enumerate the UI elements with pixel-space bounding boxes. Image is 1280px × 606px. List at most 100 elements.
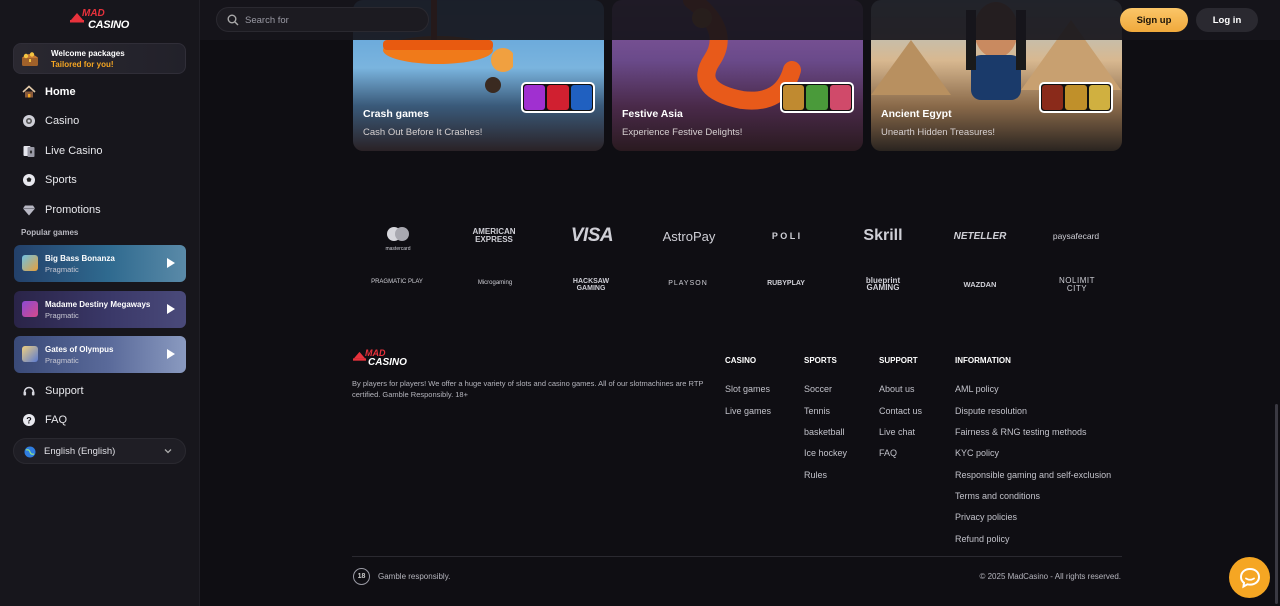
payment-logo-paysafecard: paysafecard	[1052, 231, 1100, 241]
footer-column-heading: INFORMATION	[955, 356, 1011, 365]
welcome-packages-banner[interactable]: Welcome packages Tailored for you!	[13, 43, 186, 74]
footer-link-faq[interactable]: FAQ	[879, 448, 897, 458]
payment-logo-poli: P O L I	[771, 231, 801, 241]
sidebar-item-casino[interactable]: Casino	[14, 109, 186, 133]
game-provider: Pragmatic	[45, 311, 79, 320]
footer-link-aml-policy[interactable]: AML policy	[955, 384, 999, 394]
game-thumbnails	[1039, 82, 1113, 113]
provider-logo-hacksaw: HACKSAW GAMING	[572, 278, 610, 292]
popular-game-card[interactable]: Madame Destiny Megaways Pragmatic	[14, 291, 186, 328]
language-label: English (English)	[44, 446, 116, 457]
logo-text-bottom: CASINO	[368, 357, 407, 368]
search-input[interactable]	[245, 12, 415, 28]
footer-column-heading: SPORTS	[804, 356, 837, 365]
game-name: Gates of Olympus	[45, 345, 114, 354]
sidebar-item-live-casino[interactable]: Live Casino	[14, 139, 186, 163]
brand-logo[interactable]: MAD CASINO	[68, 8, 132, 34]
provider-logo-microgaming: Microgaming	[477, 280, 513, 286]
login-button[interactable]: Log in	[1196, 8, 1258, 32]
game-thumbnail	[22, 255, 38, 271]
game-provider: Pragmatic	[45, 265, 79, 274]
game-thumbnails	[780, 82, 854, 113]
sidebar-item-label: Home	[45, 86, 76, 98]
footer-link-dispute-resolution[interactable]: Dispute resolution	[955, 406, 1027, 416]
globe-icon	[24, 446, 36, 458]
footer-link-refund-policy[interactable]: Refund policy	[955, 534, 1010, 544]
play-icon[interactable]	[167, 304, 175, 314]
soccer-ball-icon	[21, 172, 37, 188]
diamond-icon	[21, 202, 37, 218]
footer-link-soccer[interactable]: Soccer	[804, 384, 832, 394]
category-subtitle: Experience Festive Delights!	[622, 127, 743, 138]
chevron-down-icon	[164, 449, 172, 454]
age-restriction-badge: 18	[353, 568, 370, 585]
footer-link-kyc-policy[interactable]: KYC policy	[955, 448, 999, 458]
footer-link-slot-games[interactable]: Slot games	[725, 384, 770, 394]
treasure-chest-icon	[22, 52, 38, 66]
footer-logo[interactable]: MAD CASINO	[353, 348, 407, 370]
footer-link-ice-hockey[interactable]: Ice hockey	[804, 448, 847, 458]
footer-link-rules[interactable]: Rules	[804, 470, 827, 480]
footer-link-basketball[interactable]: basketball	[804, 427, 845, 437]
language-selector[interactable]: English (English)	[13, 438, 186, 464]
cards-icon	[21, 143, 37, 159]
footer-link-responsible-gaming[interactable]: Responsible gaming and self-exclusion	[955, 470, 1111, 480]
page-scrollbar[interactable]	[1275, 404, 1278, 604]
footer-link-about-us[interactable]: About us	[879, 384, 915, 394]
sidebar-item-label: Promotions	[45, 204, 101, 216]
category-title: Crash games	[363, 108, 429, 120]
provider-logo-rubyplay: RUBYPLAY	[767, 280, 805, 287]
popular-game-card[interactable]: Big Bass Bonanza Pragmatic	[14, 245, 186, 282]
sidebar-item-faq[interactable]: ? FAQ	[14, 408, 186, 432]
search-icon	[227, 14, 239, 26]
logo-text-bottom: CASINO	[88, 19, 129, 31]
home-icon	[21, 84, 37, 100]
game-thumbnails	[521, 82, 595, 113]
search-box[interactable]	[216, 7, 429, 32]
category-title: Ancient Egypt	[881, 108, 952, 120]
footer-link-contact-us[interactable]: Contact us	[879, 406, 922, 416]
game-thumbnail	[22, 301, 38, 317]
footer-link-fairness[interactable]: Fairness & RNG testing methods	[955, 427, 1087, 437]
payment-logo-skrill: Skrill	[863, 227, 903, 244]
live-chat-button[interactable]	[1229, 557, 1270, 598]
provider-logo-pragmatic: PRAGMATIC PLAY	[371, 279, 423, 285]
payment-logo-label: mastercard	[385, 246, 411, 252]
popular-game-card[interactable]: Gates of Olympus Pragmatic	[14, 336, 186, 373]
sidebar-item-home[interactable]: Home	[14, 80, 186, 104]
payment-logo-astropay: AstroPay	[662, 229, 716, 244]
game-provider: Pragmatic	[45, 356, 79, 365]
question-icon: ?	[21, 412, 37, 428]
game-thumbnail	[22, 346, 38, 362]
sidebar-item-label: Live Casino	[45, 145, 103, 157]
provider-logo-nolimit: NOLIMIT CITY	[1059, 276, 1095, 293]
footer-divider	[352, 556, 1122, 557]
play-icon[interactable]	[167, 349, 175, 359]
copyright-text: © 2025 MadCasino - All rights reserved.	[979, 572, 1121, 581]
footer-link-privacy[interactable]: Privacy policies	[955, 512, 1017, 522]
payment-logo-mastercard: mastercard	[380, 226, 416, 252]
play-icon[interactable]	[167, 258, 175, 268]
gamble-responsibly-text: Gamble responsibly.	[378, 572, 451, 581]
sidebar-item-promotions[interactable]: Promotions	[14, 198, 186, 222]
signup-button[interactable]: Sign up	[1120, 8, 1188, 32]
sidebar-item-label: FAQ	[45, 414, 68, 426]
category-title: Festive Asia	[622, 108, 683, 120]
footer-link-terms[interactable]: Terms and conditions	[955, 491, 1040, 501]
footer-link-tennis[interactable]: Tennis	[804, 406, 830, 416]
payment-logo-neteller: NETELLER	[953, 231, 1007, 242]
footer-link-live-games[interactable]: Live games	[725, 406, 771, 416]
game-name: Big Bass Bonanza	[45, 254, 115, 263]
category-subtitle: Unearth Hidden Treasures!	[881, 127, 996, 138]
chat-bubble-icon	[1239, 567, 1260, 588]
casino-chip-icon	[21, 113, 37, 129]
logo-text-top: MAD	[82, 8, 105, 19]
top-header: Sign up Log in	[200, 0, 1280, 40]
footer-description: By players for players! We offer a huge …	[352, 379, 704, 399]
sidebar-item-support[interactable]: Support	[14, 379, 186, 403]
svg-text:?: ?	[26, 415, 32, 425]
sidebar: MAD CASINO Welcome packages Tailored for…	[0, 0, 200, 606]
sidebar-item-sports[interactable]: Sports	[14, 168, 186, 192]
footer-link-live-chat[interactable]: Live chat	[879, 427, 915, 437]
popular-games-heading: Popular games	[21, 228, 79, 237]
